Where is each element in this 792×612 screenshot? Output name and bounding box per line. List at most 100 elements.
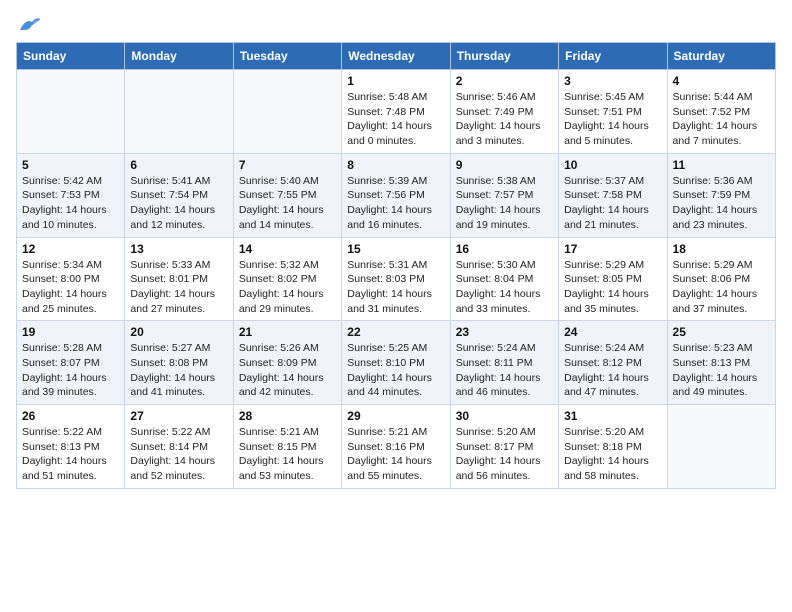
day-number: 13 [130, 242, 227, 256]
day-number: 17 [564, 242, 661, 256]
week-row-5: 26 Sunrise: 5:22 AMSunset: 8:13 PMDayligh… [17, 405, 776, 489]
day-number: 8 [347, 158, 444, 172]
calendar-cell: 17 Sunrise: 5:29 AMSunset: 8:05 PMDayligh… [559, 237, 667, 321]
day-number: 27 [130, 409, 227, 423]
calendar-cell: 5 Sunrise: 5:42 AMSunset: 7:53 PMDaylight… [17, 153, 125, 237]
calendar-cell: 19Sunrise: 5:28 AMSunset: 8:07 PMDayligh… [17, 321, 125, 405]
day-number: 1 [347, 74, 444, 88]
day-info: Sunrise: 5:26 AMSunset: 8:09 PMDaylight:… [239, 341, 336, 400]
page-header [16, 16, 776, 30]
day-info: Sunrise: 5:38 AMSunset: 7:57 PMDaylight:… [456, 174, 553, 233]
day-number: 22 [347, 325, 444, 339]
day-info: Sunrise: 5:33 AMSunset: 8:01 PMDaylight:… [130, 258, 227, 317]
day-number: 16 [456, 242, 553, 256]
header-monday: Monday [125, 43, 233, 70]
calendar-header-row: SundayMondayTuesdayWednesdayThursdayFrid… [17, 43, 776, 70]
calendar-cell: 2 Sunrise: 5:46 AMSunset: 7:49 PMDaylight… [450, 70, 558, 154]
header-thursday: Thursday [450, 43, 558, 70]
calendar-cell: 6Sunrise: 5:41 AMSunset: 7:54 PMDaylight… [125, 153, 233, 237]
day-info: Sunrise: 5:20 AMSunset: 8:18 PMDaylight:… [564, 425, 661, 484]
day-info: Sunrise: 5:40 AMSunset: 7:55 PMDaylight:… [239, 174, 336, 233]
day-info: Sunrise: 5:21 AMSunset: 8:16 PMDaylight:… [347, 425, 444, 484]
calendar-cell: 28Sunrise: 5:21 AMSunset: 8:15 PMDayligh… [233, 405, 341, 489]
day-info: Sunrise: 5:37 AMSunset: 7:58 PMDaylight:… [564, 174, 661, 233]
day-number: 24 [564, 325, 661, 339]
day-info: Sunrise: 5:25 AMSunset: 8:10 PMDaylight:… [347, 341, 444, 400]
day-info: Sunrise: 5:30 AMSunset: 8:04 PMDaylight:… [456, 258, 553, 317]
day-number: 18 [673, 242, 770, 256]
day-number: 26 [22, 409, 119, 423]
calendar-cell [233, 70, 341, 154]
day-number: 30 [456, 409, 553, 423]
day-info: Sunrise: 5:27 AMSunset: 8:08 PMDaylight:… [130, 341, 227, 400]
day-number: 20 [130, 325, 227, 339]
day-info: Sunrise: 5:32 AMSunset: 8:02 PMDaylight:… [239, 258, 336, 317]
week-row-2: 5 Sunrise: 5:42 AMSunset: 7:53 PMDaylight… [17, 153, 776, 237]
day-number: 12 [22, 242, 119, 256]
calendar-cell: 9 Sunrise: 5:38 AMSunset: 7:57 PMDaylight… [450, 153, 558, 237]
logo-bird-icon [18, 16, 40, 34]
calendar-cell: 12 Sunrise: 5:34 AMSunset: 8:00 PMDayligh… [17, 237, 125, 321]
day-number: 2 [456, 74, 553, 88]
day-info: Sunrise: 5:44 AMSunset: 7:52 PMDaylight:… [673, 90, 770, 149]
day-number: 29 [347, 409, 444, 423]
day-info: Sunrise: 5:46 AMSunset: 7:49 PMDaylight:… [456, 90, 553, 149]
header-tuesday: Tuesday [233, 43, 341, 70]
day-info: Sunrise: 5:29 AMSunset: 8:06 PMDaylight:… [673, 258, 770, 317]
day-info: Sunrise: 5:45 AMSunset: 7:51 PMDaylight:… [564, 90, 661, 149]
calendar-cell: 22 Sunrise: 5:25 AMSunset: 8:10 PMDayligh… [342, 321, 450, 405]
calendar-cell: 21 Sunrise: 5:26 AMSunset: 8:09 PMDayligh… [233, 321, 341, 405]
day-info: Sunrise: 5:34 AMSunset: 8:00 PMDaylight:… [22, 258, 119, 317]
header-saturday: Saturday [667, 43, 775, 70]
day-number: 11 [673, 158, 770, 172]
calendar-cell: 25 Sunrise: 5:23 AMSunset: 8:13 PMDayligh… [667, 321, 775, 405]
calendar-cell: 7 Sunrise: 5:40 AMSunset: 7:55 PMDaylight… [233, 153, 341, 237]
calendar-cell [667, 405, 775, 489]
day-number: 10 [564, 158, 661, 172]
day-info: Sunrise: 5:48 AMSunset: 7:48 PMDaylight:… [347, 90, 444, 149]
header-wednesday: Wednesday [342, 43, 450, 70]
day-number: 25 [673, 325, 770, 339]
calendar-cell: 1 Sunrise: 5:48 AMSunset: 7:48 PMDaylight… [342, 70, 450, 154]
day-info: Sunrise: 5:24 AMSunset: 8:11 PMDaylight:… [456, 341, 553, 400]
day-info: Sunrise: 5:28 AMSunset: 8:07 PMDaylight:… [22, 341, 119, 400]
calendar-cell: 13 Sunrise: 5:33 AMSunset: 8:01 PMDayligh… [125, 237, 233, 321]
calendar-cell: 31 Sunrise: 5:20 AMSunset: 8:18 PMDayligh… [559, 405, 667, 489]
calendar-cell: 27Sunrise: 5:22 AMSunset: 8:14 PMDayligh… [125, 405, 233, 489]
calendar-cell: 8 Sunrise: 5:39 AMSunset: 7:56 PMDaylight… [342, 153, 450, 237]
day-number: 5 [22, 158, 119, 172]
day-info: Sunrise: 5:22 AMSunset: 8:13 PMDaylight:… [22, 425, 119, 484]
calendar-cell: 15 Sunrise: 5:31 AMSunset: 8:03 PMDayligh… [342, 237, 450, 321]
calendar-cell: 20 Sunrise: 5:27 AMSunset: 8:08 PMDayligh… [125, 321, 233, 405]
day-number: 23 [456, 325, 553, 339]
day-info: Sunrise: 5:41 AMSunset: 7:54 PMDaylight:… [130, 174, 227, 233]
week-row-4: 19Sunrise: 5:28 AMSunset: 8:07 PMDayligh… [17, 321, 776, 405]
calendar-table: SundayMondayTuesdayWednesdayThursdayFrid… [16, 42, 776, 489]
day-number: 28 [239, 409, 336, 423]
day-number: 31 [564, 409, 661, 423]
day-number: 3 [564, 74, 661, 88]
calendar-cell: 23 Sunrise: 5:24 AMSunset: 8:11 PMDayligh… [450, 321, 558, 405]
day-info: Sunrise: 5:29 AMSunset: 8:05 PMDaylight:… [564, 258, 661, 317]
day-number: 7 [239, 158, 336, 172]
calendar-cell: 26 Sunrise: 5:22 AMSunset: 8:13 PMDayligh… [17, 405, 125, 489]
day-number: 9 [456, 158, 553, 172]
day-info: Sunrise: 5:24 AMSunset: 8:12 PMDaylight:… [564, 341, 661, 400]
day-number: 14 [239, 242, 336, 256]
calendar-cell: 24 Sunrise: 5:24 AMSunset: 8:12 PMDayligh… [559, 321, 667, 405]
calendar-cell: 16 Sunrise: 5:30 AMSunset: 8:04 PMDayligh… [450, 237, 558, 321]
calendar-cell: 4Sunrise: 5:44 AMSunset: 7:52 PMDaylight… [667, 70, 775, 154]
day-info: Sunrise: 5:31 AMSunset: 8:03 PMDaylight:… [347, 258, 444, 317]
calendar-cell [17, 70, 125, 154]
day-info: Sunrise: 5:23 AMSunset: 8:13 PMDaylight:… [673, 341, 770, 400]
day-info: Sunrise: 5:42 AMSunset: 7:53 PMDaylight:… [22, 174, 119, 233]
day-number: 21 [239, 325, 336, 339]
week-row-3: 12 Sunrise: 5:34 AMSunset: 8:00 PMDayligh… [17, 237, 776, 321]
calendar-cell: 11Sunrise: 5:36 AMSunset: 7:59 PMDayligh… [667, 153, 775, 237]
logo [16, 16, 40, 30]
calendar-cell: 30Sunrise: 5:20 AMSunset: 8:17 PMDayligh… [450, 405, 558, 489]
calendar-cell [125, 70, 233, 154]
calendar-cell: 3 Sunrise: 5:45 AMSunset: 7:51 PMDaylight… [559, 70, 667, 154]
day-number: 15 [347, 242, 444, 256]
day-info: Sunrise: 5:39 AMSunset: 7:56 PMDaylight:… [347, 174, 444, 233]
